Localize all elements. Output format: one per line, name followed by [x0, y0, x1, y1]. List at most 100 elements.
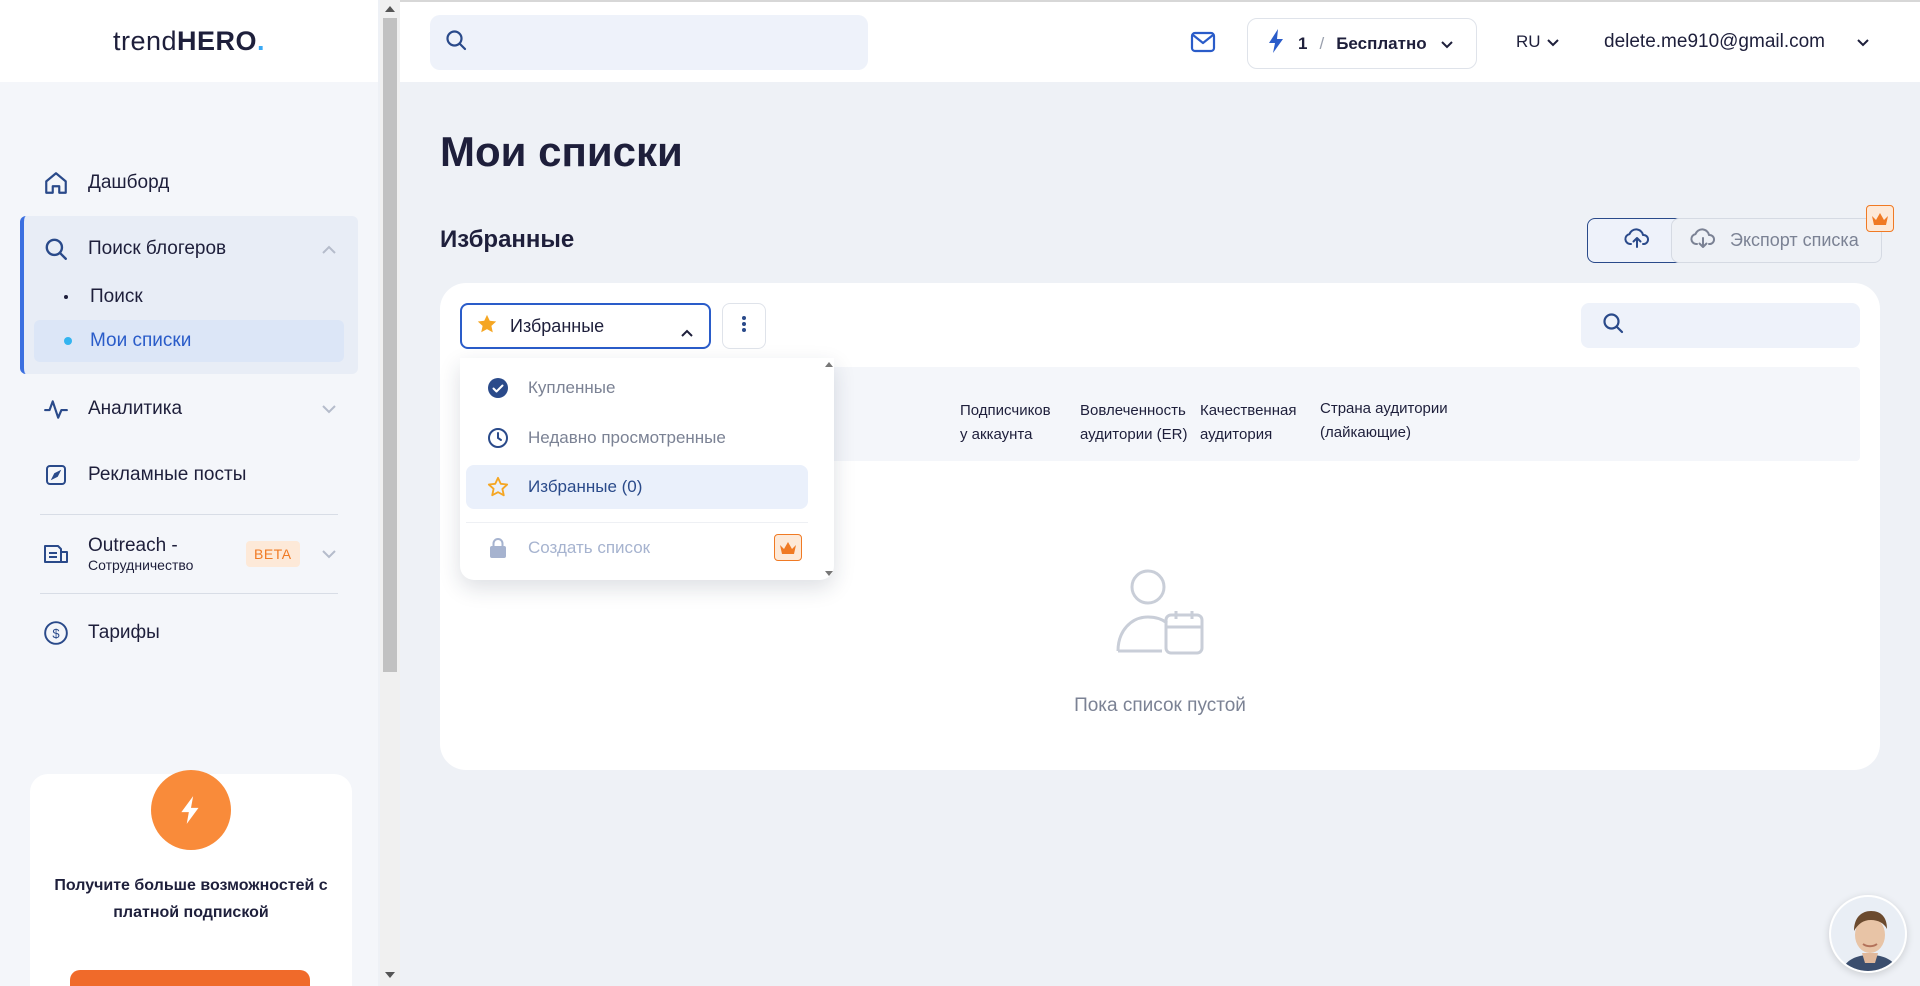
sidebar-subitem-my-lists[interactable]: Мои списки [34, 320, 344, 362]
plan-count: 1 [1298, 33, 1308, 53]
crown-icon [1866, 205, 1894, 232]
lock-icon [486, 536, 510, 560]
language-selector[interactable]: RU [1516, 32, 1559, 52]
bullet-icon [64, 337, 72, 345]
scroll-down-arrow[interactable] [385, 972, 395, 978]
sidebar: trendHERO. Дашборд Поиск блогеров Поиск [0, 0, 378, 986]
section-title: Избранные [440, 226, 575, 253]
pulse-icon [42, 395, 70, 423]
column-header-line: Подписчиков [960, 402, 1051, 419]
column-header-line: Качественная [1200, 402, 1297, 419]
sidebar-divider [40, 593, 338, 594]
dropdown-scrollbar[interactable] [824, 358, 834, 580]
top-header: 1 / Бесплатно RU delete.me910@gmail.com [400, 0, 1920, 82]
search-icon [444, 28, 468, 57]
sidebar-item-label: Рекламные посты [88, 464, 247, 485]
column-header-line: (лайкающие) [1320, 424, 1412, 441]
global-search[interactable] [430, 15, 868, 70]
sidebar-item-outreach[interactable]: Outreach - Сотрудничество BETA [20, 529, 358, 579]
export-list-button[interactable]: Экспорт списка [1671, 218, 1882, 263]
sidebar-scrollbar[interactable] [380, 0, 400, 986]
lightning-icon [151, 770, 231, 850]
plan-separator: / [1319, 33, 1325, 53]
more-vertical-icon [741, 315, 747, 338]
cloud-download-icon [1690, 227, 1716, 254]
user-email: delete.me910@gmail.com [1604, 31, 1826, 52]
scroll-up-arrow[interactable] [825, 362, 833, 367]
chevron-down-icon[interactable] [322, 398, 336, 420]
svg-text:$: $ [52, 626, 60, 641]
sidebar-item-dashboard[interactable]: Дашборд [20, 158, 358, 208]
chevron-up-icon[interactable] [322, 238, 336, 260]
column-audience-country[interactable]: Страна аудитории (лайкающие) [1320, 397, 1448, 445]
logo-area: trendHERO. [0, 0, 378, 82]
support-chat-avatar[interactable] [1829, 895, 1907, 973]
clock-icon [486, 426, 510, 450]
sidebar-item-tariffs[interactable]: $ Тарифы [20, 608, 358, 658]
dropdown-item-create-list[interactable]: Создать список [466, 526, 808, 570]
dropdown-item-favorites[interactable]: Избранные (0) [466, 465, 808, 509]
scroll-up-arrow[interactable] [385, 6, 395, 12]
global-search-input[interactable] [480, 32, 860, 53]
sidebar-item-label: Дашборд [88, 172, 170, 193]
chevron-down-icon[interactable] [322, 543, 336, 565]
export-list-label: Экспорт списка [1730, 230, 1859, 250]
list-select[interactable]: Избранные [460, 303, 711, 349]
scroll-thumb[interactable] [383, 18, 397, 672]
sidebar-item-analytics[interactable]: Аналитика [20, 384, 358, 434]
dropdown-divider [466, 522, 808, 523]
sidebar-subitem-label: Поиск [90, 286, 143, 307]
logo[interactable]: trendHERO. [113, 26, 265, 57]
outreach-label: Outreach - Сотрудничество [88, 534, 194, 573]
search-icon [42, 235, 70, 263]
column-header-line: аудитория [1200, 426, 1273, 443]
star-icon [476, 313, 498, 340]
column-followers[interactable]: Подписчиков у аккаунта [960, 399, 1051, 447]
sidebar-divider [40, 514, 338, 515]
sidebar-subitem-label: Мои списки [90, 330, 192, 351]
outreach-subtitle: Сотрудничество [88, 556, 194, 573]
column-engagement[interactable]: Вовлеченность аудитории (ER) [1080, 399, 1187, 447]
compass-icon [42, 461, 70, 489]
upgrade-promo-card: Получите больше возможностей с платной п… [30, 770, 352, 986]
dropdown-item-label: Купленные [528, 378, 616, 397]
mail-icon [1190, 31, 1216, 58]
page-title: Мои списки [440, 128, 683, 175]
chevron-down-icon [1440, 34, 1453, 54]
empty-state [440, 567, 1880, 664]
column-header-line: аудитории (ER) [1080, 426, 1188, 443]
search-icon [1601, 311, 1625, 340]
lightning-icon [1268, 29, 1284, 58]
scroll-down-arrow[interactable] [825, 571, 833, 576]
outreach-title: Outreach - [88, 534, 178, 556]
language-label: RU [1516, 32, 1541, 51]
user-list-icon [1114, 569, 1206, 663]
dropdown-item-label: Избранные (0) [528, 477, 643, 496]
mail-list-icon [42, 540, 70, 568]
list-select-label: Избранные [510, 315, 605, 336]
more-options-button[interactable] [722, 303, 766, 349]
sidebar-item-search-bloggers[interactable]: Поиск блогеров [24, 224, 358, 274]
sidebar-group-search: Поиск блогеров Поиск Мои списки [20, 216, 358, 374]
bullet-icon [64, 295, 68, 299]
plan-selector[interactable]: 1 / Бесплатно [1247, 18, 1477, 69]
cloud-upload-icon [1624, 227, 1650, 254]
dropdown-item-recently-viewed[interactable]: Недавно просмотренные [466, 416, 808, 460]
column-quality-audience[interactable]: Качественная аудитория [1200, 399, 1296, 447]
beta-badge: BETA [246, 541, 300, 567]
dropdown-item-purchased[interactable]: Купленные [466, 366, 808, 410]
sidebar-subitem-search[interactable]: Поиск [34, 276, 344, 318]
user-menu[interactable]: delete.me910@gmail.com [1604, 31, 1869, 53]
mail-button[interactable] [1185, 26, 1221, 62]
chevron-down-icon [1546, 32, 1559, 52]
sidebar-item-ad-posts[interactable]: Рекламные посты [20, 450, 358, 500]
column-header-line: Страна аудитории [1320, 400, 1448, 417]
logo-dot: . [257, 25, 266, 56]
column-header-line: у аккаунта [960, 426, 1033, 443]
list-search[interactable] [1581, 303, 1860, 348]
list-dropdown: Купленные Недавно просмотренные Избранны… [460, 358, 834, 580]
upgrade-button[interactable] [70, 970, 310, 986]
home-icon [42, 169, 70, 197]
empty-state-text: Пока список пустой [1074, 695, 1246, 716]
promo-text: Получите больше возможностей с платной п… [54, 877, 328, 921]
